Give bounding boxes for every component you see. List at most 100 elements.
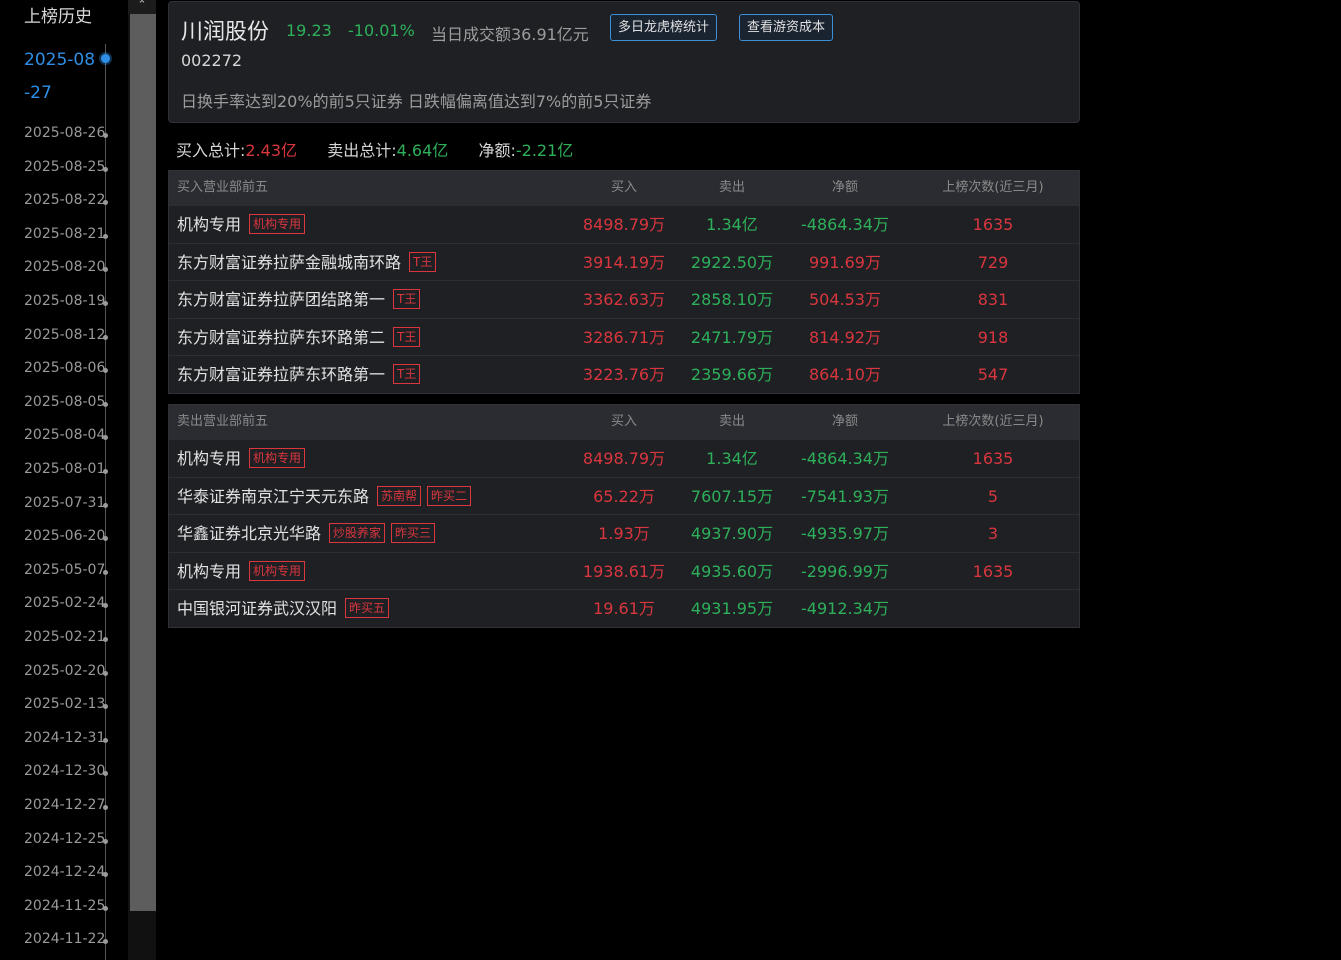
timeline-dot-icon [101,54,110,63]
history-date-item[interactable]: 2025-08-25 [24,159,105,175]
history-date-item[interactable]: 2025-08-26 [24,125,105,141]
history-date-item[interactable]: 2025-08-12 [24,327,105,343]
history-date-item[interactable]: 2025-08-06 [24,360,105,376]
broker-tag-badge[interactable]: T王 [393,326,421,347]
history-date-item[interactable]: 2025-08-01 [24,461,105,477]
broker-cell: 华鑫证券北京光华路 炒股养家 昨买三 [177,515,436,552]
buy-amount: 3362.63万 [582,290,666,309]
broker-tag-badge[interactable]: 昨买五 [345,598,390,618]
table-row[interactable]: 机构专用 机构专用 1938.61万 4935.60万 -2996.99万 1635 [169,551,1079,590]
table-header: 卖出营业部前五 买入 卖出 净额 上榜次数(近三月) [169,405,1079,439]
history-date-item[interactable]: 2025-08-20 [24,259,105,275]
table-row[interactable]: 中国银河证券武汉汉阳 昨买五 19.61万 4931.95万 -4912.34万 [169,589,1079,627]
history-date-item[interactable]: 2025-08-05 [24,394,105,410]
listing-count: 3 [987,524,999,543]
table-row[interactable]: 华泰证券南京江宁天元东路 苏南帮 昨买二 65.22万 7607.15万 -7541.93… [169,476,1079,515]
listing-count: 1635 [972,449,1014,468]
sell-total-label: 卖出总计: [327,141,397,160]
broker-name[interactable]: 华泰证券南京江宁天元东路 [177,487,369,506]
buy-amount: 19.61万 [593,599,655,618]
sell-amount: 4937.90万 [690,524,774,543]
history-date-item[interactable]: 2024-12-31 [24,730,105,746]
timeline-dot-icon [103,771,108,777]
net-total-label: 净额: [478,141,516,160]
history-date-item[interactable]: 2025-06-20 [24,528,105,544]
col-count-header: 上榜次数(近三月) [942,414,1044,429]
col-sell-header: 卖出 [718,414,745,429]
table-row[interactable]: 机构专用 机构专用 8498.79万 1.34亿 -4864.34万 1635 [169,205,1079,243]
buy-amount: 3223.76万 [582,365,666,384]
history-date-item[interactable]: 2024-12-24 [24,864,105,880]
broker-name[interactable]: 中国银河证券武汉汉阳 [177,599,337,618]
timeline-dot-icon [103,569,108,575]
broker-tag-badge[interactable]: 昨买三 [391,523,436,543]
history-date-item[interactable]: 2024-12-27 [24,797,105,813]
history-date-item[interactable]: 2025-08-19 [24,293,105,309]
table-row[interactable]: 东方财富证券拉萨东环路第二 T王 3286.71万 2471.79万 814.92万 91… [169,317,1079,356]
broker-name[interactable]: 华鑫证券北京光华路 [177,524,321,543]
broker-tag-badge[interactable]: 机构专用 [249,560,306,581]
broker-name[interactable]: 东方财富证券拉萨团结路第一 [177,290,385,309]
trade-summary: 买入总计:2.43亿 卖出总计:4.64亿 净额:-2.21亿 [176,137,573,161]
timeline-dot-icon [103,805,108,810]
table-row[interactable]: 东方财富证券拉萨团结路第一 T王 3362.63万 2858.10万 504.53万 83… [169,280,1079,318]
stock-price: 19.23 [286,21,332,40]
broker-cell: 中国银河证券武汉汉阳 昨买五 [177,590,390,627]
history-date-item[interactable]: 2025-02-24 [24,595,105,611]
history-date-item[interactable]: 2024-12-25 [24,831,105,847]
timeline-dot-icon [103,368,108,374]
broker-tag-badge[interactable]: 昨买二 [427,485,472,506]
history-date-item[interactable]: 2024-11-22 [24,931,105,947]
buy-amount: 1.93万 [598,524,650,543]
broker-tag-badge[interactable]: T王 [393,364,421,384]
table-header: 买入营业部前五 买入 卖出 净额 上榜次数(近三月) [169,171,1079,205]
hot-money-cost-button[interactable]: 查看游资成本 [739,14,834,41]
broker-name[interactable]: 东方财富证券拉萨东环路第一 [177,365,385,384]
scrollbar-thumb[interactable] [130,14,156,911]
broker-cell: 东方财富证券拉萨团结路第一 T王 [177,281,421,318]
history-date-item[interactable]: 2024-11-25 [24,898,105,914]
broker-cell: 东方财富证券拉萨东环路第一 T王 [177,356,421,393]
broker-name[interactable]: 机构专用 [177,449,241,468]
sell-amount: 4935.60万 [690,561,774,581]
history-date-item[interactable]: 2025-08-22 [24,192,105,208]
timeline-dot-icon [103,334,108,340]
broker-tag-badge[interactable]: 苏南帮 [377,485,422,506]
net-amount: -4864.34万 [801,215,889,234]
broker-name[interactable]: 机构专用 [177,215,241,234]
col-net-header: 净额 [831,180,858,195]
history-date-item[interactable]: 2025-02-21 [24,629,105,645]
net-amount: -4935.97万 [801,524,889,543]
broker-name[interactable]: 东方财富证券拉萨金融城南环路 [177,253,401,272]
listing-count: 1635 [972,561,1014,581]
buy-amount: 1938.61万 [582,561,666,581]
table-row[interactable]: 东方财富证券拉萨金融城南环路 T王 3914.19万 2922.50万 991.69万 7… [169,242,1079,281]
broker-tag-badge[interactable]: 炒股养家 [329,523,386,543]
broker-name[interactable]: 机构专用 [177,562,241,581]
history-date-item[interactable]: 2025-08-21 [24,226,105,242]
broker-cell: 机构专用 机构专用 [177,206,306,243]
broker-tag-badge[interactable]: 机构专用 [249,214,306,234]
history-date-item[interactable]: 2025-02-13 [24,696,105,712]
history-date-item[interactable]: 2024-12-30 [24,763,105,779]
history-date-item[interactable]: 2025-07-31 [24,495,105,511]
history-date-item[interactable]: 2025-05-07 [24,562,105,578]
stock-change-pct: -10.01% [348,21,415,40]
net-amount: -7541.93万 [801,486,889,506]
history-date-item[interactable]: 2025-08-04 [24,427,105,443]
col-count-header: 上榜次数(近三月) [942,180,1044,195]
broker-name[interactable]: 东方财富证券拉萨东环路第二 [177,328,385,347]
table-row[interactable]: 机构专用 机构专用 8498.79万 1.34亿 -4864.34万 1635 [169,439,1079,477]
timeline-dot-icon [103,166,108,172]
table-row[interactable]: 东方财富证券拉萨东环路第一 T王 3223.76万 2359.66万 864.10万 54… [169,355,1079,393]
timeline-dot-icon [103,469,108,474]
broker-tag-badge[interactable]: 机构专用 [249,448,306,468]
broker-tag-badge[interactable]: T王 [393,289,421,309]
timeline-dot-icon [103,670,108,676]
table-row[interactable]: 华鑫证券北京光华路 炒股养家 昨买三 1.93万 4937.90万 -4935.97万 3 [169,514,1079,552]
multi-day-stats-button[interactable]: 多日龙虎榜统计 [610,14,718,41]
history-date-item[interactable]: 2025-08-27 [24,44,100,110]
history-date-item[interactable]: 2025-02-20 [24,663,105,679]
broker-tag-badge[interactable]: T王 [409,251,437,272]
scroll-up-icon[interactable]: ⌃ [128,0,156,14]
